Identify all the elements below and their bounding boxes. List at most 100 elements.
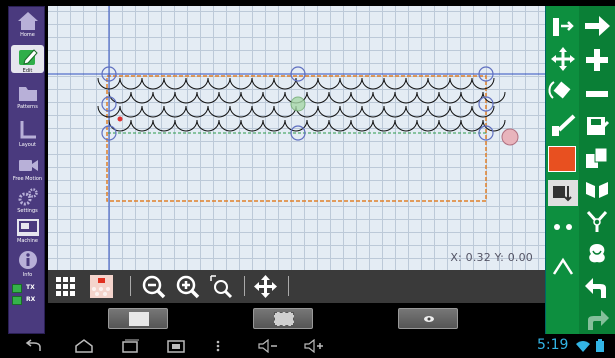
scallop-arc [394, 91, 418, 104]
scallop-arc [405, 77, 429, 90]
scallop-arc [317, 77, 341, 90]
redo-button[interactable] [582, 306, 612, 334]
pan-button[interactable] [252, 273, 279, 300]
remove-button[interactable] [582, 80, 612, 108]
sidebar-item-settings[interactable]: Settings [9, 187, 46, 214]
scallop-arc [152, 91, 176, 104]
folder-icon [18, 87, 37, 101]
scallop-arc [240, 119, 264, 132]
recent-apps-icon[interactable] [118, 339, 142, 353]
scallop-arc [251, 105, 275, 118]
sidebar-item-patterns[interactable]: Patterns [9, 83, 46, 110]
gears-icon [18, 188, 38, 206]
scallop-arc [361, 77, 385, 90]
mirror-button[interactable] [582, 176, 612, 204]
sequence-tool-button[interactable] [548, 180, 578, 206]
pattern-thumb [274, 312, 294, 326]
nodes-icon [554, 224, 572, 230]
rotate-tool-button[interactable] [548, 78, 578, 104]
sidebar-item-edit[interactable]: Edit [9, 45, 46, 74]
volume-up-icon[interactable] [302, 339, 326, 353]
video-icon [18, 160, 38, 171]
zoom-in-button[interactable] [174, 273, 201, 300]
scallop-arc [163, 77, 187, 90]
scallop-arc [185, 77, 209, 90]
back-icon[interactable] [22, 339, 46, 353]
scallop-arc [394, 119, 418, 132]
pattern-thumbnail-icon [90, 275, 113, 298]
sidebar-item-home[interactable]: Home [9, 11, 46, 38]
scallop-arc [130, 91, 154, 104]
scallop-arc [306, 91, 330, 104]
rx-label: RX [26, 296, 36, 303]
scallop-arc [416, 119, 440, 132]
quilt-boundary [106, 75, 487, 202]
volume-down-icon[interactable] [256, 339, 280, 353]
center-move-handle[interactable] [290, 96, 306, 112]
sidebar-item-label: Layout [19, 142, 36, 148]
sidebar-item-info[interactable]: Info [9, 249, 46, 278]
toolbar-divider [130, 276, 131, 296]
wifi-icon [576, 341, 590, 352]
sidebar-item-free-motion[interactable]: Free Motion [9, 155, 46, 182]
scallop-arc [295, 77, 319, 90]
android-system-bar: 5:19 [0, 334, 615, 358]
scallop-arc [174, 119, 198, 132]
pattern-thumb [129, 312, 149, 326]
node-tool-button[interactable] [548, 214, 578, 240]
home-nav-icon[interactable] [72, 339, 96, 353]
app-window: Home Edit Patterns Layout Free Motion Se… [0, 0, 615, 358]
scallop-arc [152, 119, 176, 132]
scallop-arc [350, 119, 374, 132]
scallop-arc [317, 105, 341, 118]
add-button[interactable] [582, 46, 612, 74]
status-clock: 5:19 [537, 337, 569, 353]
scallop-arc [174, 91, 198, 104]
save-button[interactable] [582, 112, 612, 140]
bottom-toolbar [48, 270, 545, 334]
skew-tool-button[interactable] [548, 112, 578, 138]
preview-button-center[interactable] [253, 308, 313, 329]
pattern-canvas[interactable]: X: 0.32 Y: 0.00 [48, 6, 545, 270]
split-button[interactable] [582, 208, 612, 236]
measure-tool-button[interactable] [548, 252, 578, 278]
pattern-preview-button[interactable] [88, 273, 115, 300]
split-icon [586, 210, 608, 232]
sidebar-item-label: Settings [17, 208, 38, 214]
zoom-fit-icon [210, 275, 233, 299]
scallop-arc [350, 91, 374, 104]
scallop-arc [405, 105, 429, 118]
preview-button-left[interactable] [108, 308, 168, 329]
preview-button-right[interactable] [398, 308, 458, 329]
scallop-arc [449, 105, 473, 118]
scallop-arc [141, 105, 165, 118]
scallop-arc [229, 77, 253, 90]
copy-button[interactable] [582, 144, 612, 172]
move-tool-button[interactable] [548, 46, 578, 72]
zoom-out-button[interactable] [140, 273, 167, 300]
scallop-arc [196, 119, 220, 132]
scallop-arc [372, 91, 396, 104]
next-button[interactable] [582, 12, 612, 40]
color-swatch-button[interactable] [548, 146, 576, 172]
info-icon [18, 251, 37, 269]
zoom-fit-button[interactable] [208, 273, 235, 300]
machine-icon [16, 219, 39, 236]
menu-icon[interactable] [214, 339, 222, 353]
scallop-arc [163, 105, 187, 118]
quilt-button[interactable] [582, 240, 612, 268]
align-button[interactable] [548, 14, 578, 40]
scallop-arc [185, 105, 209, 118]
grid-toggle-button[interactable] [52, 273, 79, 300]
tx-led [12, 284, 22, 293]
screenshot-icon[interactable] [166, 339, 186, 353]
tx-label: TX [26, 284, 35, 291]
rotate-handle[interactable] [501, 128, 519, 146]
sidebar-item-layout[interactable]: Layout [9, 119, 46, 148]
action-bar [579, 6, 615, 334]
scallop-arc [427, 105, 451, 118]
sidebar-item-machine[interactable]: Machine [9, 217, 46, 244]
undo-button[interactable] [582, 274, 612, 302]
scallop-arc [196, 91, 220, 104]
sidebar-item-label: Free Motion [12, 176, 43, 182]
